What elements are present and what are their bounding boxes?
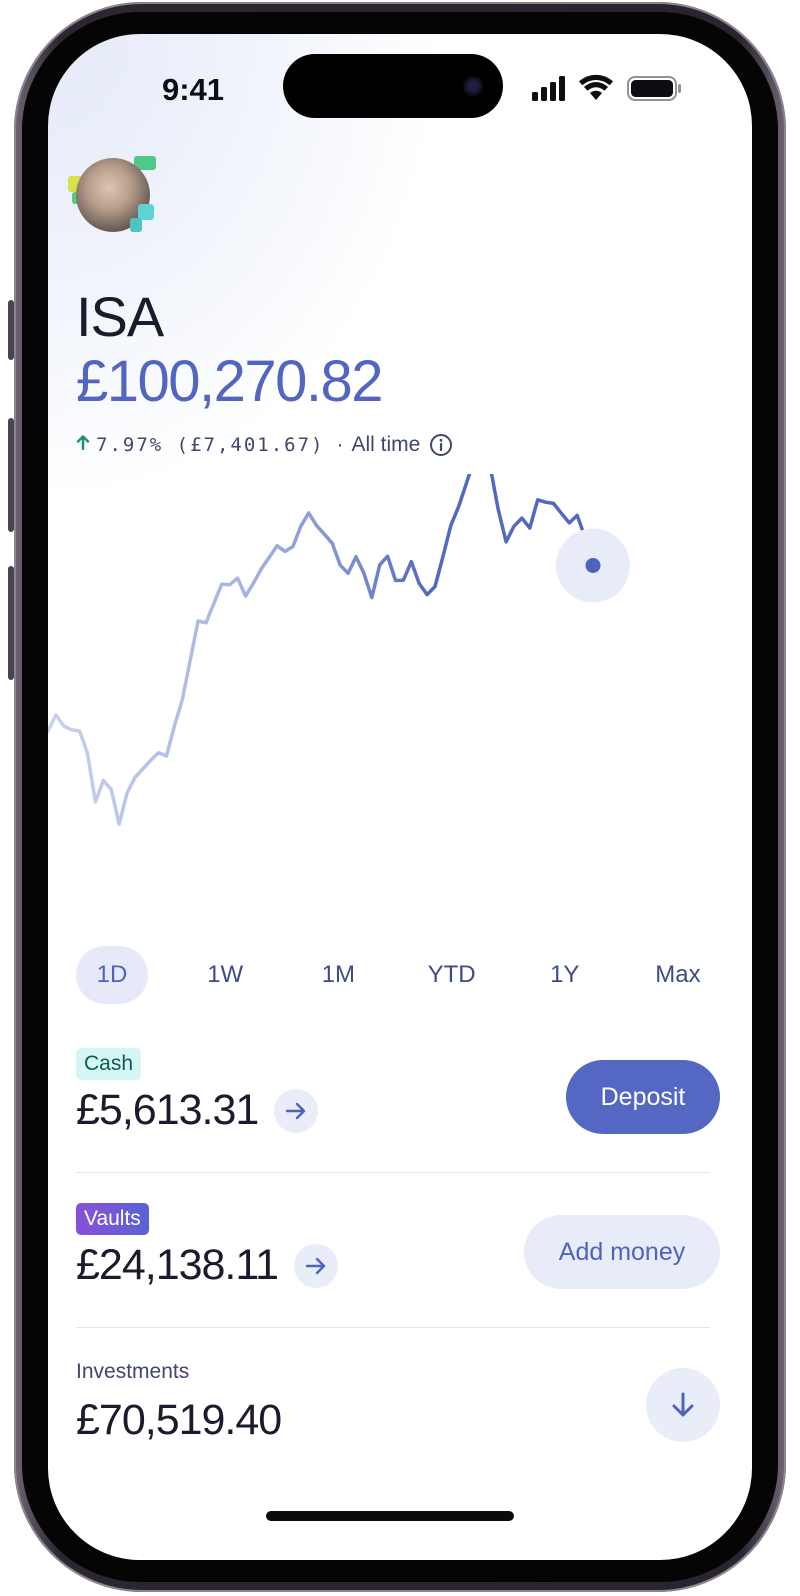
volume-up-button: [8, 418, 14, 532]
app-screen: 9:41 ISA £100,270.82 7.97% (£7,401.67) ·…: [48, 34, 752, 1560]
info-icon[interactable]: [429, 433, 453, 457]
home-indicator[interactable]: [266, 1511, 514, 1521]
investments-expand-button[interactable]: [646, 1368, 720, 1442]
performance-change: 7.97% (£7,401.67): [96, 434, 325, 456]
investments-amount-row: £70,519.40: [76, 1396, 710, 1445]
status-time: 9:41: [161, 72, 225, 107]
account-title: ISA: [76, 285, 164, 348]
separator-dot: ·: [336, 433, 344, 456]
vaults-section: Vaults £24,138.11 Add money: [76, 1203, 720, 1290]
dynamic-island: [283, 54, 503, 118]
range-ytd[interactable]: YTD: [416, 946, 488, 1004]
chart-current-point: [585, 558, 601, 573]
avatar-decoration: [130, 218, 142, 232]
investments-amount: £70,519.40: [76, 1396, 282, 1444]
cash-badge: Cash: [76, 1048, 142, 1080]
performance-row: 7.97% (£7,401.67) · All time: [76, 430, 453, 460]
action-button: [8, 300, 14, 360]
cash-amount: £5,613.31: [76, 1086, 259, 1134]
cash-details-button[interactable]: [274, 1088, 319, 1133]
time-range-selector: 1D 1W 1M YTD 1Y Max: [76, 946, 714, 1004]
signal-icon: [532, 76, 565, 101]
account-balance: £100,270.82: [76, 349, 384, 414]
add-money-button[interactable]: Add money: [524, 1215, 720, 1289]
battery-icon: [627, 76, 681, 101]
arrow-up-icon: [76, 434, 90, 456]
range-1y[interactable]: 1Y: [529, 946, 601, 1004]
balance-chart[interactable]: [48, 474, 752, 944]
cash-section: Cash £5,613.31 Deposit: [76, 1048, 720, 1135]
deposit-button[interactable]: Deposit: [566, 1060, 720, 1134]
range-1m[interactable]: 1M: [302, 946, 374, 1004]
range-1d[interactable]: 1D: [76, 946, 148, 1004]
arrow-down-icon: [672, 1392, 694, 1417]
avatar[interactable]: [68, 156, 156, 236]
divider: [76, 1172, 710, 1173]
arrow-right-icon: [286, 1102, 306, 1119]
divider: [76, 1327, 710, 1328]
investments-label: Investments: [76, 1360, 190, 1383]
vaults-details-button[interactable]: [294, 1243, 339, 1288]
range-max[interactable]: Max: [642, 946, 714, 1004]
vaults-badge: Vaults: [76, 1203, 149, 1235]
range-1w[interactable]: 1W: [189, 946, 261, 1004]
investments-section: Investments £70,519.40: [76, 1360, 720, 1445]
volume-down-button: [8, 566, 14, 680]
vaults-amount: £24,138.11: [76, 1241, 279, 1289]
performance-period[interactable]: All time: [351, 433, 420, 457]
arrow-right-icon: [305, 1257, 326, 1274]
wifi-icon: [579, 74, 613, 100]
camera-icon: [463, 76, 483, 96]
status-icons: [532, 74, 681, 101]
chart-series-line: [48, 474, 595, 826]
